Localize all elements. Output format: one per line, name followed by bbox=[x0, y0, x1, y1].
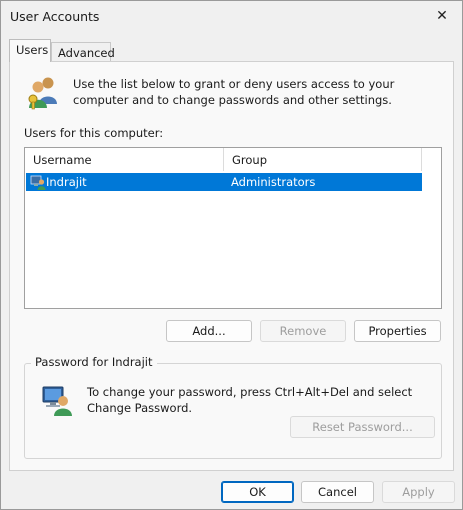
users-listview[interactable]: Username Group Indrajit Administrators bbox=[24, 147, 442, 309]
user-icon bbox=[30, 175, 46, 190]
user-computer-icon bbox=[42, 386, 72, 416]
window-title: User Accounts bbox=[10, 9, 100, 24]
column-header-username[interactable]: Username bbox=[25, 148, 224, 171]
users-keys-icon bbox=[28, 77, 57, 110]
tab-strip: Users Advanced bbox=[9, 39, 454, 62]
close-button[interactable]: ✕ bbox=[422, 1, 462, 31]
add-button[interactable]: Add... bbox=[166, 320, 252, 342]
row-username: Indrajit bbox=[46, 175, 87, 189]
title-bar[interactable]: User Accounts ✕ bbox=[1, 1, 462, 33]
cancel-button[interactable]: Cancel bbox=[301, 481, 374, 503]
password-instructions: To change your password, press Ctrl+Alt+… bbox=[87, 385, 413, 415]
password-group-legend: Password for Indrajit bbox=[31, 355, 157, 369]
close-icon: ✕ bbox=[436, 8, 448, 24]
tab-users-label: Users bbox=[16, 43, 49, 57]
row-group: Administrators bbox=[231, 175, 316, 189]
table-row[interactable]: Indrajit Administrators bbox=[26, 173, 422, 191]
apply-button[interactable]: Apply bbox=[382, 481, 455, 503]
remove-button[interactable]: Remove bbox=[260, 320, 346, 342]
ok-button[interactable]: OK bbox=[221, 481, 294, 503]
listview-header: Username Group bbox=[25, 148, 441, 171]
column-header-group[interactable]: Group bbox=[224, 148, 422, 171]
tab-advanced-label: Advanced bbox=[58, 46, 115, 60]
intro-text: Use the list below to grant or deny user… bbox=[73, 77, 395, 107]
tab-users[interactable]: Users bbox=[9, 39, 51, 62]
password-groupbox: Password for Indrajit To change your pas… bbox=[24, 355, 442, 459]
users-tab-panel: Use the list below to grant or deny user… bbox=[9, 61, 454, 471]
properties-button[interactable]: Properties bbox=[354, 320, 441, 342]
user-accounts-dialog: User Accounts ✕ Users Advanced Use the l… bbox=[0, 0, 463, 510]
tab-advanced[interactable]: Advanced bbox=[51, 42, 115, 62]
reset-password-button[interactable]: Reset Password... bbox=[290, 416, 435, 438]
users-list-label: Users for this computer: bbox=[24, 126, 164, 140]
